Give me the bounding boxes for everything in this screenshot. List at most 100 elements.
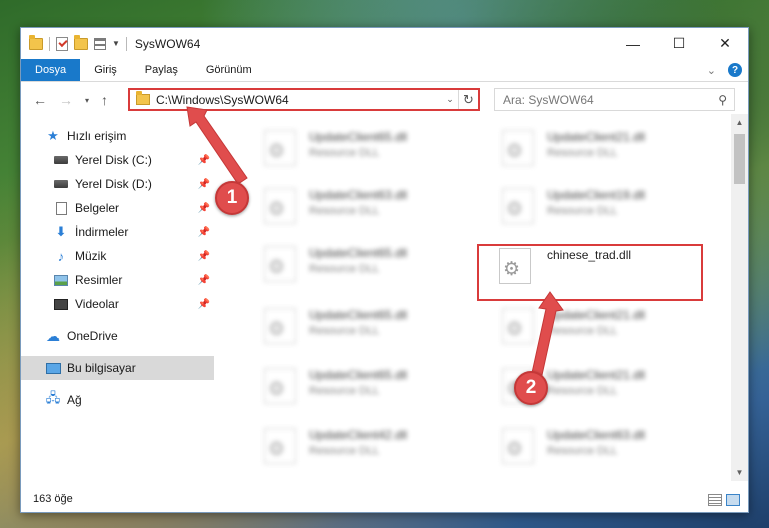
tab-file[interactable]: Dosya: [21, 59, 81, 81]
documents-icon: [53, 201, 69, 215]
address-input[interactable]: C:\Windows\SysWOW64: [156, 93, 442, 107]
view-toggle: [708, 494, 740, 506]
file-list: UpdateClient65.dll Resource DLL UpdateCl…: [214, 114, 734, 481]
computer-icon: [45, 361, 61, 375]
drive-icon: [53, 153, 69, 167]
pin-icon[interactable]: 📌: [198, 299, 210, 310]
sidebar-item-local-disk-c[interactable]: Yerel Disk (C:) 📌: [21, 148, 214, 172]
sidebar-item-label: OneDrive: [67, 329, 118, 343]
file-type: Resource DLL: [547, 147, 618, 159]
file-item[interactable]: UpdateClient21.dll Resource DLL: [472, 122, 702, 172]
pin-icon[interactable]: 📌: [198, 251, 210, 262]
dll-file-icon: [264, 308, 296, 344]
star-icon: ★: [47, 128, 59, 143]
file-name: UpdateClient21.dll: [547, 308, 646, 322]
file-type: Resource DLL: [547, 445, 618, 457]
help-icon[interactable]: ?: [728, 63, 742, 77]
customize-toolbar-chevron-icon[interactable]: ▼: [112, 39, 120, 48]
title-bar: ▼ SysWOW64 — ☐ ✕: [21, 28, 748, 59]
close-button[interactable]: ✕: [702, 28, 748, 59]
scrollbar-thumb[interactable]: [734, 134, 745, 184]
pin-icon[interactable]: 📌: [198, 275, 210, 286]
sidebar-item-this-pc[interactable]: Bu bilgisayar: [21, 356, 214, 380]
dll-file-icon: [502, 188, 534, 224]
properties-icon[interactable]: [94, 37, 106, 50]
sidebar-item-quick-access[interactable]: ★ Hızlı erişim: [21, 124, 214, 148]
folder-icon: [136, 91, 150, 105]
file-explorer-window: ▼ SysWOW64 — ☐ ✕ Dosya Giriş Paylaş Görü…: [20, 27, 749, 513]
file-name: UpdateClient21.dll: [547, 130, 646, 144]
file-item[interactable]: UpdateClient65.dll Resource DLL: [234, 360, 464, 410]
sidebar-item-pictures[interactable]: Resimler 📌: [21, 268, 214, 292]
tab-view[interactable]: Görünüm: [192, 59, 266, 81]
file-name: UpdateClient21.dll: [547, 368, 646, 382]
toolbar-separator: [125, 36, 127, 51]
maximize-button[interactable]: ☐: [656, 28, 702, 59]
large-icons-view-icon[interactable]: [726, 494, 740, 506]
sidebar-item-downloads[interactable]: ⬇ İndirmeler 📌: [21, 220, 214, 244]
dll-file-icon: [502, 428, 534, 464]
file-type: Resource DLL: [309, 385, 380, 397]
file-type: Resource DLL: [309, 445, 380, 457]
properties-check-icon[interactable]: [56, 36, 68, 51]
window-title: SysWOW64: [134, 36, 201, 51]
file-item[interactable]: UpdateClient21.dll Resource DLL: [472, 360, 702, 410]
minimize-button[interactable]: —: [610, 28, 656, 59]
file-item[interactable]: UpdateClient63.dll Resource DLL: [234, 180, 464, 230]
sidebar-item-music[interactable]: ♪ Müzik 📌: [21, 244, 214, 268]
up-button[interactable]: ↑: [101, 92, 108, 108]
vertical-scrollbar[interactable]: ▲ ▼: [731, 114, 748, 481]
sidebar-item-documents[interactable]: Belgeler 📌: [21, 196, 214, 220]
back-button[interactable]: ←: [33, 92, 47, 108]
address-dropdown-chevron-icon[interactable]: ⌄: [442, 94, 458, 105]
new-folder-icon[interactable]: [74, 34, 88, 50]
scroll-down-icon[interactable]: ▼: [731, 464, 748, 481]
sidebar-item-label: Yerel Disk (D:): [75, 177, 152, 191]
file-name: UpdateClient65.dll: [309, 246, 408, 260]
dll-file-icon: [264, 428, 296, 464]
file-item[interactable]: UpdateClient63.dll Resource DLL: [472, 420, 702, 470]
address-bar[interactable]: C:\Windows\SysWOW64 ⌄ ↻: [128, 88, 480, 111]
dll-file-icon: [502, 130, 534, 166]
ribbon-tabs: Dosya Giriş Paylaş Görünüm ⌄ ?: [21, 59, 748, 82]
sidebar-item-label: Müzik: [75, 249, 107, 263]
file-name: UpdateClient63.dll: [309, 188, 408, 202]
search-box[interactable]: Ara: SysWOW64 ⚲: [494, 88, 735, 111]
file-type: Resource DLL: [309, 147, 380, 159]
pin-icon[interactable]: 📌: [198, 179, 210, 190]
refresh-icon[interactable]: ↻: [458, 90, 478, 109]
videos-icon: [53, 297, 69, 311]
tab-share[interactable]: Paylaş: [131, 59, 192, 81]
sidebar-item-local-disk-d[interactable]: Yerel Disk (D:) 📌: [21, 172, 214, 196]
file-item[interactable]: UpdateClient65.dll Resource DLL: [234, 238, 464, 288]
search-icon: ⚲: [718, 92, 727, 107]
file-item[interactable]: UpdateClient65.dll Resource DLL: [234, 300, 464, 350]
details-view-icon[interactable]: [708, 494, 722, 506]
status-bar: 163 öğe: [21, 486, 748, 512]
file-item[interactable]: UpdateClient42.dll Resource DLL: [234, 420, 464, 470]
sidebar-item-onedrive[interactable]: ☁ OneDrive: [21, 324, 214, 348]
pin-icon[interactable]: 📌: [198, 203, 210, 214]
pin-icon[interactable]: 📌: [198, 227, 210, 238]
forward-button[interactable]: →: [59, 92, 73, 108]
pin-icon[interactable]: 📌: [198, 155, 210, 166]
recent-locations-button[interactable]: ▾: [85, 96, 89, 105]
network-icon: 🖧: [45, 390, 61, 405]
sidebar-item-network[interactable]: 🖧 Ağ: [21, 388, 214, 412]
tab-home[interactable]: Giriş: [80, 59, 131, 81]
file-type: Resource DLL: [547, 325, 618, 337]
sidebar-item-label: Yerel Disk (C:): [75, 153, 152, 167]
file-item[interactable]: UpdateClient21.dll Resource DLL: [472, 300, 702, 350]
sidebar-item-label: Hızlı erişim: [67, 129, 127, 143]
file-name: UpdateClient65.dll: [309, 368, 408, 382]
annotation-callout-2: 2: [514, 371, 548, 405]
scroll-up-icon[interactable]: ▲: [731, 114, 748, 131]
toolbar-separator: [49, 36, 50, 51]
file-item[interactable]: UpdateClient19.dll Resource DLL: [472, 180, 702, 230]
file-type: Resource DLL: [547, 385, 618, 397]
file-item[interactable]: UpdateClient65.dll Resource DLL: [234, 122, 464, 172]
pictures-icon: [53, 273, 69, 287]
search-input[interactable]: Ara: SysWOW64: [503, 93, 594, 107]
expand-ribbon-chevron-icon[interactable]: ⌄: [707, 64, 716, 77]
sidebar-item-videos[interactable]: Videolar 📌: [21, 292, 214, 316]
